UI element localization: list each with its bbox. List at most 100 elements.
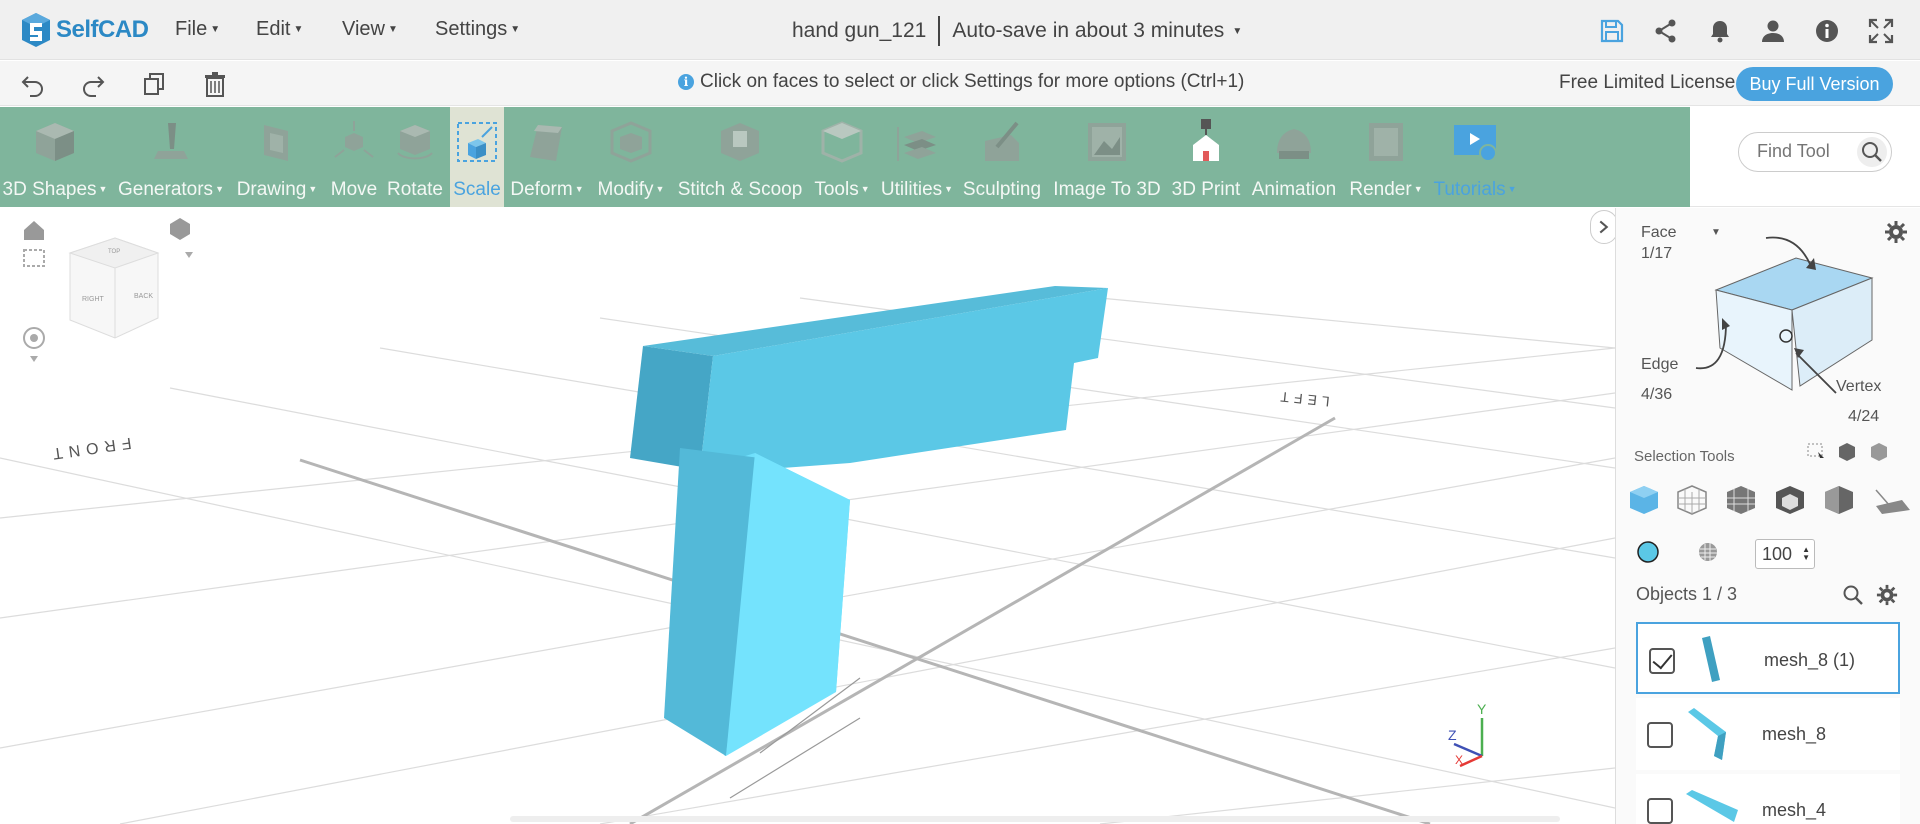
tool-render[interactable]: Render ▼ bbox=[1342, 107, 1430, 207]
fullscreen-icon[interactable] bbox=[1868, 18, 1894, 44]
selection-mode-small-icons bbox=[1807, 443, 1887, 461]
view-cube[interactable]: RIGHT BACK TOP bbox=[68, 237, 160, 339]
tool-label: Generators bbox=[118, 179, 214, 200]
find-tool-input[interactable] bbox=[1757, 141, 1857, 162]
box-select-icon[interactable] bbox=[1807, 443, 1824, 458]
edit-bar: i Click on faces to select or click Sett… bbox=[0, 61, 1920, 106]
cube-select-icon[interactable] bbox=[1839, 443, 1855, 461]
stepper-arrows-icon[interactable]: ▲ ▼ bbox=[1802, 546, 1810, 562]
frame-selection-icon[interactable] bbox=[23, 249, 45, 267]
chevron-down-icon: ▼ bbox=[510, 24, 521, 35]
user-icon[interactable] bbox=[1760, 18, 1786, 44]
find-tool-area bbox=[1690, 107, 1920, 207]
texture-icon[interactable] bbox=[1696, 540, 1720, 564]
tool-rotate[interactable]: Rotate bbox=[384, 107, 446, 207]
menu-settings[interactable]: Settings ▼ bbox=[435, 18, 520, 41]
object-name: mesh_8 (1) bbox=[1764, 650, 1856, 670]
undo-icon[interactable] bbox=[20, 71, 46, 97]
tool-utilities[interactable]: Utilities ▼ bbox=[880, 107, 954, 207]
select-inner-icon[interactable] bbox=[1776, 486, 1804, 514]
tool-label: Move bbox=[330, 179, 378, 200]
chevron-down-icon[interactable]: ▼ bbox=[1232, 26, 1242, 37]
tool-deform[interactable]: Deform ▼ bbox=[506, 107, 588, 207]
tool-stitch-scoop[interactable]: Stitch & Scoop bbox=[674, 107, 806, 207]
tool-label: Animation bbox=[1251, 179, 1337, 200]
viewport-scrollbar[interactable] bbox=[510, 816, 1560, 822]
buy-full-version-button[interactable]: Buy Full Version bbox=[1736, 67, 1893, 101]
tool-label: Render bbox=[1349, 179, 1412, 200]
gear-icon[interactable] bbox=[1876, 584, 1898, 606]
menu-view[interactable]: View ▼ bbox=[342, 18, 398, 41]
find-tool-field[interactable] bbox=[1738, 132, 1892, 172]
autosave-status[interactable]: Auto-save in about 3 minutes bbox=[952, 19, 1224, 43]
objects-title: Objects 1 / 3 bbox=[1636, 584, 1738, 604]
save-icon[interactable] bbox=[1599, 18, 1625, 44]
share-icon[interactable] bbox=[1653, 18, 1679, 44]
tool-3d-print[interactable]: 3D Print bbox=[1166, 107, 1246, 207]
tool-tools[interactable]: Tools ▼ bbox=[806, 107, 878, 207]
search-icon[interactable] bbox=[1857, 137, 1887, 167]
tool-label: Stitch & Scoop bbox=[677, 179, 803, 200]
render-icon bbox=[1369, 123, 1403, 161]
camera-perspective-icon[interactable] bbox=[170, 218, 193, 258]
select-grid-icon[interactable] bbox=[1727, 486, 1755, 514]
selfcad-logo[interactable]: SelfCAD bbox=[20, 10, 149, 50]
tool-tutorials[interactable]: Tutorials ▼ bbox=[1430, 107, 1520, 207]
opacity-input[interactable]: 100 ▲ ▼ bbox=[1755, 539, 1815, 569]
info-icon: i bbox=[678, 74, 694, 90]
tool-generators[interactable]: Generators ▼ bbox=[112, 107, 230, 207]
chevron-down-icon: ▼ bbox=[655, 184, 665, 194]
selection-mode-illustration[interactable] bbox=[1676, 218, 1916, 398]
tool-animation[interactable]: Animation bbox=[1248, 107, 1340, 207]
tool-drawing[interactable]: Drawing ▼ bbox=[232, 107, 322, 207]
color-picker-swatch[interactable] bbox=[1636, 540, 1660, 564]
tool-sculpting[interactable]: Sculpting bbox=[956, 107, 1048, 207]
collapse-panel-button[interactable] bbox=[1590, 210, 1618, 244]
logo-text: SelfCAD bbox=[56, 16, 149, 43]
object-row[interactable]: mesh_4 bbox=[1636, 774, 1900, 824]
bell-icon[interactable] bbox=[1707, 18, 1733, 44]
menu-file[interactable]: File ▼ bbox=[175, 18, 220, 41]
tools-icon bbox=[821, 121, 863, 163]
tool-modify[interactable]: Modify ▼ bbox=[590, 107, 672, 207]
info-icon[interactable] bbox=[1814, 18, 1840, 44]
select-wireframe-icon[interactable] bbox=[1677, 485, 1707, 515]
object-checkbox[interactable] bbox=[1649, 648, 1675, 674]
trash-icon[interactable] bbox=[202, 71, 228, 97]
menu-edit[interactable]: Edit ▼ bbox=[256, 18, 303, 41]
project-name[interactable]: hand gun_121 bbox=[792, 19, 926, 43]
object-checkbox[interactable] bbox=[1647, 722, 1673, 748]
animation-icon bbox=[1277, 129, 1311, 159]
tool-label: Deform bbox=[510, 179, 573, 200]
3d-viewport[interactable]: FRONT LEFT RIGHT BACK TOP Y Z X bbox=[0, 208, 1615, 824]
select-solid-icon[interactable] bbox=[1630, 486, 1658, 514]
tool-move[interactable]: Move bbox=[324, 107, 384, 207]
object-row[interactable]: mesh_8 (1) bbox=[1636, 622, 1900, 694]
tool-scale[interactable]: Scale bbox=[450, 107, 504, 207]
select-half-icon[interactable] bbox=[1825, 486, 1853, 514]
search-icon[interactable] bbox=[1842, 584, 1864, 606]
tool-image-to-3d[interactable]: Image To 3D bbox=[1050, 107, 1164, 207]
home-view-icon[interactable] bbox=[24, 221, 44, 240]
opacity-value: 100 bbox=[1762, 544, 1793, 564]
scene-canvas[interactable]: FRONT LEFT RIGHT BACK TOP Y Z X bbox=[0, 208, 1615, 824]
axis-z-label: Z bbox=[1448, 727, 1457, 743]
axis-y-label: Y bbox=[1477, 701, 1487, 717]
cube-wire-icon[interactable] bbox=[1871, 443, 1887, 461]
edge-count: 4/36 bbox=[1641, 386, 1673, 403]
copy-icon[interactable] bbox=[141, 71, 167, 97]
select-plane-icon[interactable] bbox=[1875, 489, 1910, 514]
menu-view-label: View bbox=[342, 18, 385, 40]
tool-label: Tools bbox=[814, 179, 859, 200]
redo-icon[interactable] bbox=[80, 71, 106, 97]
orbit-icon[interactable] bbox=[23, 327, 45, 362]
tool-label: Utilities bbox=[880, 179, 943, 200]
tool-3d-shapes[interactable]: 3D Shapes ▼ bbox=[0, 107, 110, 207]
stitch-scoop-icon bbox=[721, 123, 759, 161]
object-checkbox[interactable] bbox=[1647, 798, 1673, 824]
object-thumbnail bbox=[1686, 790, 1738, 822]
tool-label: 3D Print bbox=[1171, 179, 1241, 200]
utilities-icon bbox=[897, 127, 936, 161]
object-row[interactable]: mesh_8 bbox=[1636, 698, 1900, 770]
scale-icon bbox=[457, 122, 497, 162]
